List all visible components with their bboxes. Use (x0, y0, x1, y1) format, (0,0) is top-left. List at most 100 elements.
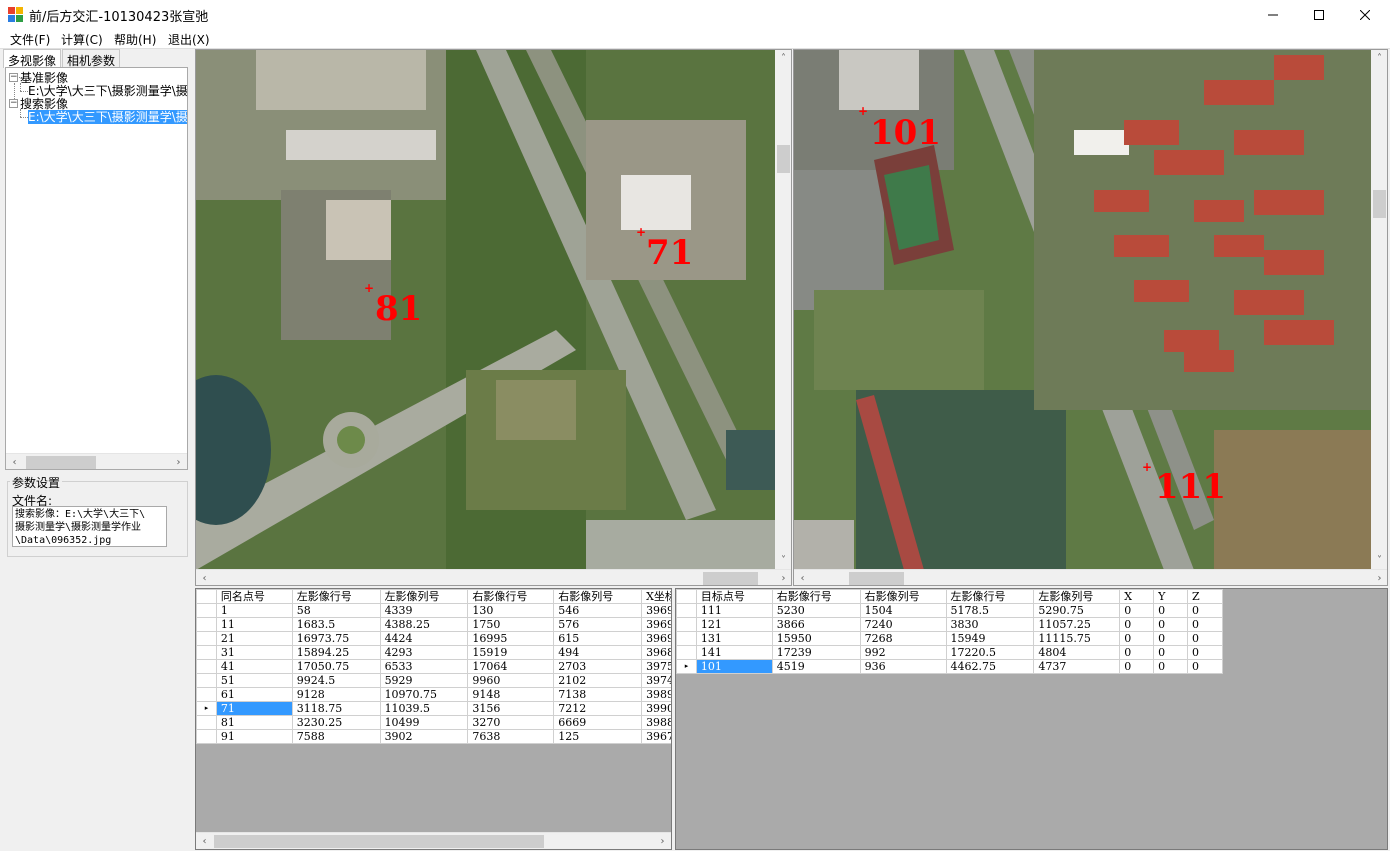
table-cell[interactable]: 10499 (379, 715, 469, 730)
table-cell[interactable]: 3967 (641, 729, 671, 744)
table-cell[interactable]: 0 (1119, 603, 1155, 618)
table-cell[interactable]: 3969 (641, 603, 671, 618)
table-cell[interactable]: 0 (1119, 645, 1155, 660)
scroll-left-icon[interactable]: ‹ (196, 570, 213, 585)
menu-calculate[interactable]: 计算(C) (61, 31, 103, 48)
table-cell[interactable]: 31 (215, 645, 293, 660)
tree-horizontal-scrollbar[interactable]: ‹ › (6, 453, 187, 469)
table-cell[interactable]: 0 (1119, 631, 1155, 646)
row-header[interactable] (196, 631, 217, 646)
current-row-indicator-icon[interactable]: ▸ (196, 701, 217, 716)
column-header[interactable]: Y (1153, 589, 1189, 604)
conjugate-points-grid[interactable]: 同名点号 左影像行号 左影像列号 右影像行号 右影像列号 X坐标 1584339… (195, 588, 672, 850)
table-cell[interactable]: 7240 (859, 617, 947, 632)
scroll-thumb[interactable] (849, 572, 904, 585)
table-row[interactable]: 51 9924.5 5929 9960 2102 3974 (196, 673, 671, 688)
scroll-right-icon[interactable]: › (654, 833, 671, 849)
row-header[interactable] (196, 617, 217, 632)
row-header-corner[interactable] (196, 589, 217, 604)
table-cell[interactable]: 11 (215, 617, 293, 632)
table-row[interactable]: 141 17239 992 17220.5 4804 0 0 0 (676, 645, 1223, 660)
table-cell[interactable]: 11039.5 (379, 701, 469, 716)
column-header[interactable]: Z (1187, 589, 1223, 604)
right-image-horizontal-scrollbar[interactable]: ‹ › (794, 569, 1387, 585)
table-cell[interactable]: 130 (467, 603, 555, 618)
table-cell[interactable]: 131 (695, 631, 773, 646)
table-cell[interactable]: 3968 (641, 645, 671, 660)
table-cell[interactable]: 0 (1187, 659, 1223, 674)
table-cell[interactable]: 1 (215, 603, 293, 618)
table-cell[interactable]: 3230.25 (291, 715, 381, 730)
scroll-thumb[interactable] (777, 145, 790, 173)
table-cell[interactable]: 0 (1119, 617, 1155, 632)
table-cell[interactable]: 17050.75 (291, 659, 381, 674)
table-cell[interactable]: 0 (1153, 659, 1189, 674)
scroll-right-icon[interactable]: › (170, 454, 187, 469)
table-cell[interactable]: 141 (695, 645, 773, 660)
table-cell[interactable]: 10970.75 (379, 687, 469, 702)
table-cell[interactable]: 121 (695, 617, 773, 632)
table-cell[interactable]: 3990 (641, 701, 671, 716)
table-row[interactable]: 111 5230 1504 5178.5 5290.75 0 0 0 (676, 603, 1223, 618)
table-cell[interactable]: 2703 (553, 659, 643, 674)
scroll-thumb[interactable] (703, 572, 758, 585)
table-row[interactable]: ▸ 101 4519 936 4462.75 4737 0 0 0 (676, 659, 1223, 674)
column-header[interactable]: 右影像列号 (859, 589, 947, 604)
column-header[interactable]: 右影像列号 (553, 589, 643, 604)
column-header[interactable]: X坐标 (641, 589, 671, 604)
table-cell[interactable]: 9924.5 (291, 673, 381, 688)
table-cell[interactable]: 0 (1187, 617, 1223, 632)
table-cell[interactable]: 17064 (467, 659, 555, 674)
table-cell[interactable]: 15949 (945, 631, 1035, 646)
table-cell[interactable]: 125 (553, 729, 643, 744)
column-header[interactable]: 左影像列号 (1033, 589, 1121, 604)
table-cell[interactable]: 6533 (379, 659, 469, 674)
row-header[interactable] (676, 603, 697, 618)
image-tree[interactable]: − 基准影像 E:\大学\大三下\摄影测量学\摄 − 搜索影像 E:\大学\大三… (5, 67, 188, 470)
search-image-viewer[interactable]: + 101 + 111 ˄ ˅ ‹ › (793, 49, 1388, 586)
table-cell[interactable]: 4519 (771, 659, 861, 674)
table-cell[interactable]: 3156 (467, 701, 555, 716)
table-cell[interactable]: 4462.75 (945, 659, 1035, 674)
column-header[interactable]: 右影像行号 (771, 589, 861, 604)
table-row[interactable]: 81 3230.25 10499 3270 6669 3988 (196, 715, 671, 730)
table-cell[interactable]: 1683.5 (291, 617, 381, 632)
table-cell[interactable]: 3902 (379, 729, 469, 744)
table-cell[interactable]: 1504 (859, 603, 947, 618)
table-cell[interactable]: 4388.25 (379, 617, 469, 632)
table-cell[interactable]: 15919 (467, 645, 555, 660)
table-cell[interactable]: 51 (215, 673, 293, 688)
table-cell[interactable]: 576 (553, 617, 643, 632)
row-header[interactable] (196, 715, 217, 730)
target-points-grid[interactable]: 目标点号 右影像行号 右影像列号 左影像行号 左影像列号 X Y Z 111 52… (675, 588, 1388, 850)
table-cell[interactable]: 15894.25 (291, 645, 381, 660)
table-cell[interactable]: 9960 (467, 673, 555, 688)
scroll-down-icon[interactable]: ˅ (1371, 552, 1387, 569)
table-row[interactable]: 11 1683.5 4388.25 1750 576 3969 (196, 617, 671, 632)
table-row[interactable]: ▸ 71 3118.75 11039.5 3156 7212 3990 (196, 701, 671, 716)
tree-node-search-image[interactable]: 搜索影像 (20, 97, 68, 111)
table-cell[interactable]: 5230 (771, 603, 861, 618)
left-image-horizontal-scrollbar[interactable]: ‹ › (196, 569, 791, 585)
table-row[interactable]: 21 16973.75 4424 16995 615 3969 (196, 631, 671, 646)
menu-help[interactable]: 帮助(H) (114, 31, 156, 48)
close-button[interactable] (1342, 0, 1388, 29)
row-header[interactable] (676, 631, 697, 646)
column-header[interactable]: 左影像列号 (379, 589, 469, 604)
table-cell[interactable]: 111 (695, 603, 773, 618)
scroll-thumb[interactable] (26, 456, 96, 469)
left-image-vertical-scrollbar[interactable]: ˄ ˅ (775, 50, 791, 569)
table-row[interactable]: 1 58 4339 130 546 3969 (196, 603, 671, 618)
row-header[interactable] (676, 617, 697, 632)
column-header[interactable]: 左影像行号 (291, 589, 381, 604)
table-cell[interactable]: 7212 (553, 701, 643, 716)
table-row[interactable]: 41 17050.75 6533 17064 2703 3975 (196, 659, 671, 674)
table-cell[interactable]: 4424 (379, 631, 469, 646)
collapse-icon[interactable]: − (9, 99, 18, 108)
column-header[interactable]: 目标点号 (695, 589, 773, 604)
table-cell[interactable]: 6669 (553, 715, 643, 730)
right-image-vertical-scrollbar[interactable]: ˄ ˅ (1371, 50, 1387, 569)
table-cell[interactable]: 3969 (641, 617, 671, 632)
table-row[interactable]: 91 7588 3902 7638 125 3967 (196, 729, 671, 744)
table-cell[interactable]: 3866 (771, 617, 861, 632)
